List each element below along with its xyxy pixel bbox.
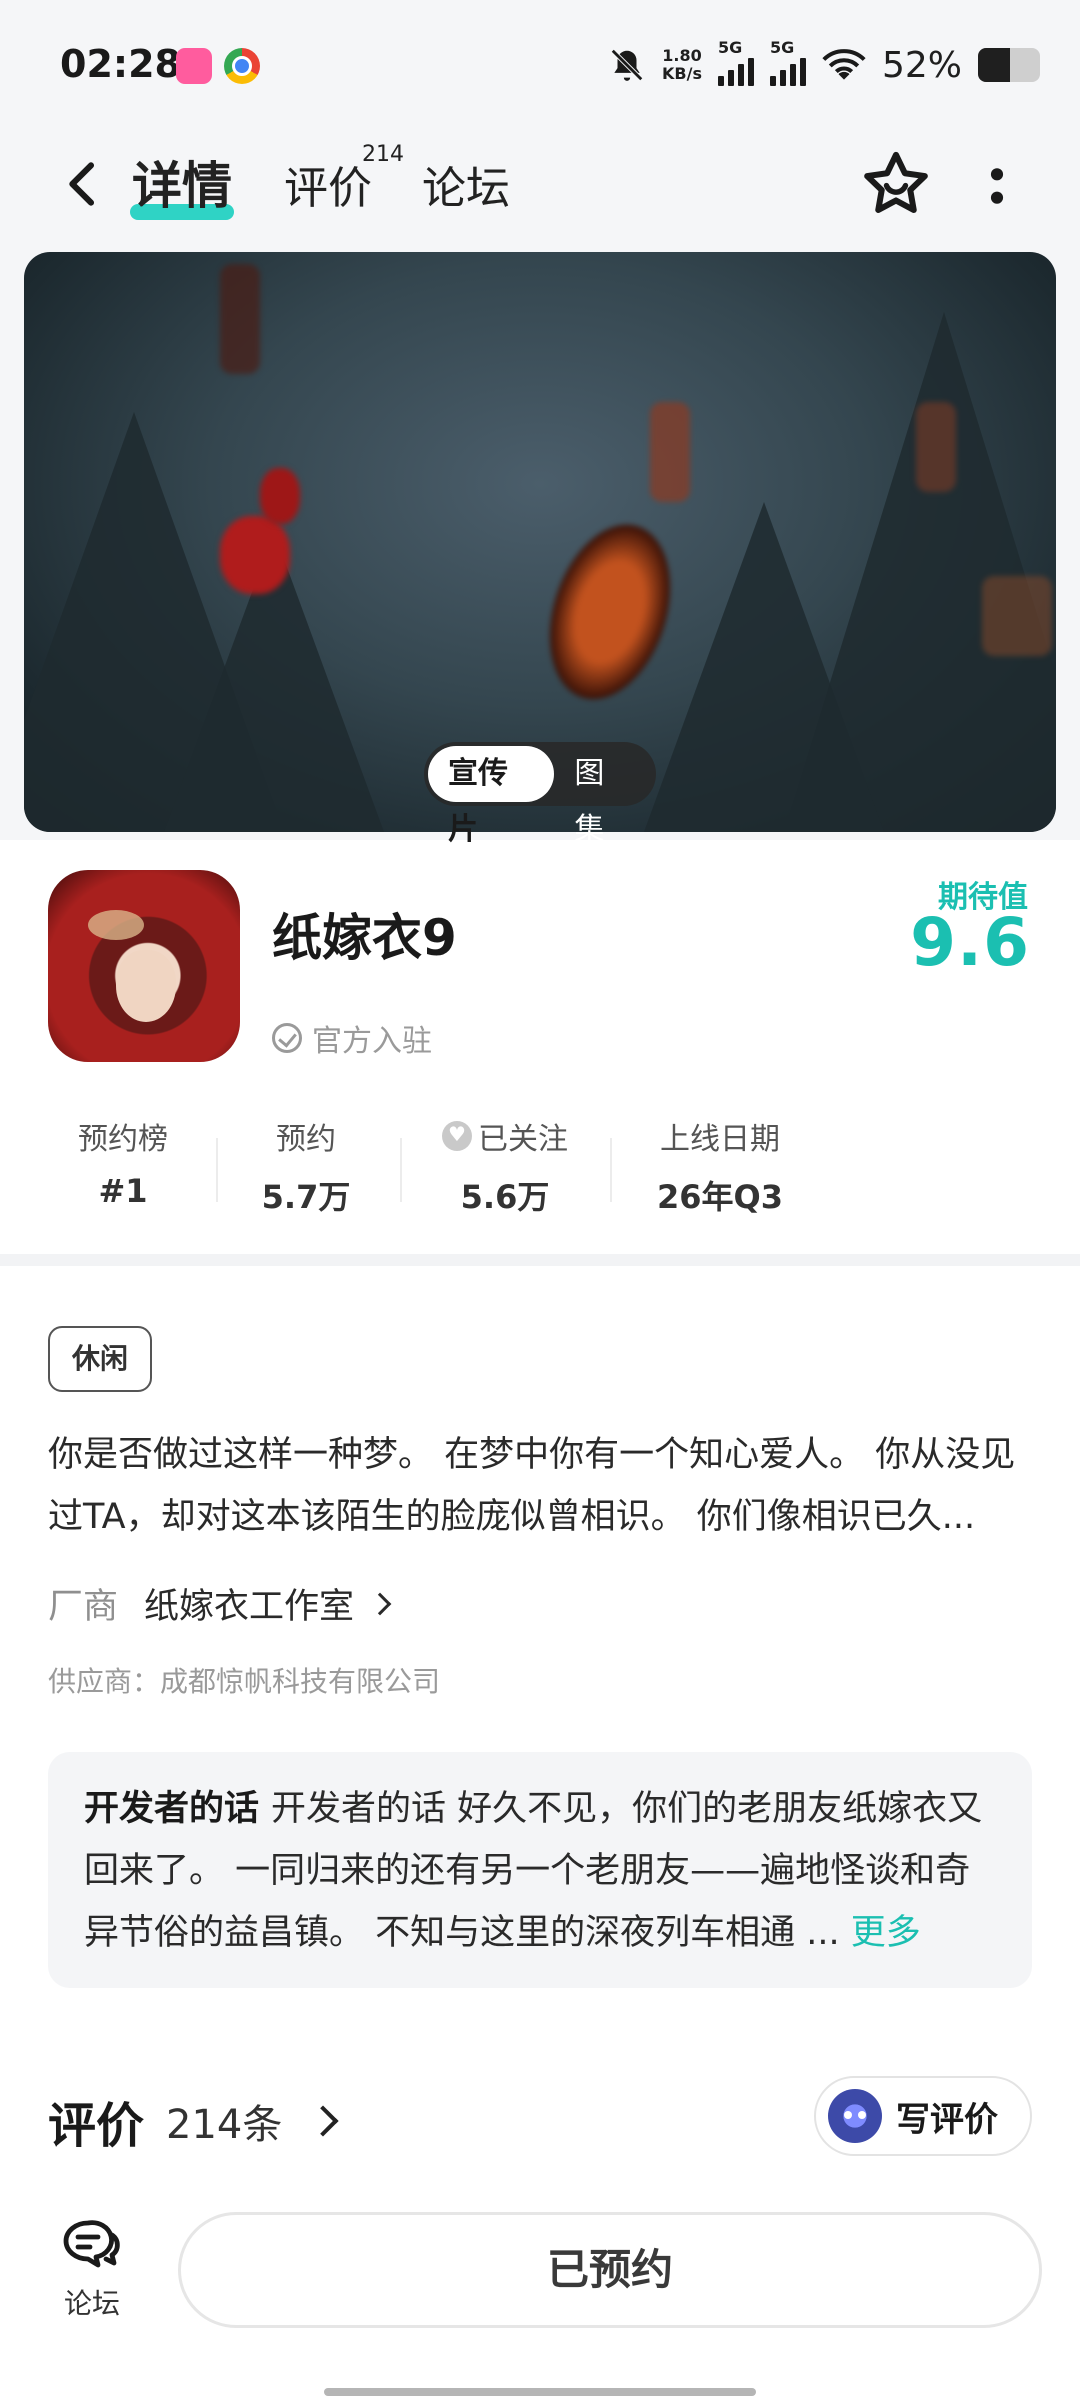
wifi-icon (822, 49, 866, 80)
status-bar: 02:28 1.80 KB/s 5G 5G 52% (0, 0, 1080, 130)
net-speed-value: 1.80 (662, 46, 702, 65)
stat-value: 5.7万 (261, 1178, 351, 1216)
status-right: 1.80 KB/s 5G 5G 52% (608, 38, 1040, 90)
game-icon (48, 870, 240, 1062)
stat-value: 26年Q3 (656, 1178, 783, 1216)
game-description[interactable]: 你是否做过这样一种梦。 在梦中你有一个知心爱人。 你从没见过TA，却对这本该陌生… (48, 1424, 1032, 1548)
media-toggle: 宣传片 图集 (424, 742, 656, 847)
check-circle-icon (272, 1023, 302, 1053)
divider (400, 1138, 402, 1202)
reserved-button[interactable]: 已预约 (178, 2212, 1042, 2328)
stat-label: 已关注 (430, 1114, 580, 1158)
divider (610, 1138, 612, 1202)
signal-icon: 5G (769, 38, 806, 86)
back-icon[interactable] (56, 156, 112, 212)
bilibili-icon (176, 48, 212, 84)
net-speed-unit: KB/s (662, 64, 702, 83)
mute-icon (611, 49, 643, 81)
toggle-trailer[interactable]: 宣传片 (428, 746, 555, 847)
tab-reviews[interactable]: 评价 (284, 152, 372, 216)
signal-icon: 5G (717, 38, 754, 86)
stat-value: 5.6万 (460, 1178, 550, 1216)
stat-label: 上线日期 (660, 1122, 780, 1157)
tab-details[interactable]: 详情 (132, 146, 232, 218)
lantern-decoration (220, 264, 260, 374)
section-separator (0, 1254, 1080, 1266)
official-label: 官方入驻 (312, 1024, 432, 1059)
write-review-button[interactable]: 写评价 (814, 2076, 1032, 2156)
star-icon[interactable] (858, 146, 934, 222)
robot-avatar-icon (828, 2089, 882, 2143)
lantern-decoration (916, 402, 956, 492)
chevron-right-icon (307, 2105, 339, 2137)
heart-icon (442, 1121, 472, 1151)
media-section: 宣传片 图集 (0, 250, 1080, 847)
developer-note[interactable]: 开发者的话 开发者的话 好久不见，你们的老朋友纸嫁衣又回来了。 一同归来的还有另一… (48, 1752, 1032, 1988)
reviews-count-badge: 214 (362, 142, 404, 167)
stat-label: 预约 (276, 1122, 336, 1157)
stats-row: 预约榜 #1 预约 5.7万 已关注 5.6万 上线日期 26年Q3 (0, 1114, 1080, 1224)
tab-forum[interactable]: 论坛 (422, 152, 510, 216)
stat-label: 预约榜 (78, 1122, 168, 1157)
paper-cut-decoration (260, 468, 300, 524)
reviews-count: 214条 (166, 2102, 283, 2148)
game-title: 纸嫁衣9 (272, 909, 457, 967)
home-indicator[interactable] (324, 2388, 756, 2396)
signal-1-label: 5G (717, 38, 743, 57)
vendor-label: 厂商 (48, 1587, 119, 1627)
forum-label: 论坛 (63, 2287, 120, 2320)
more-link[interactable]: 更多 (851, 1913, 921, 1953)
developer-note-label: 开发者的话 (84, 1789, 260, 1829)
stat-rank[interactable]: 预约榜 #1 (58, 1114, 188, 1210)
lantern-decoration (528, 509, 692, 715)
vendor-row[interactable]: 厂商 纸嫁衣工作室 (48, 1578, 392, 1629)
bottom-action-bar: 论坛 已预约 (0, 2184, 1080, 2400)
stat-value: #1 (98, 1172, 148, 1210)
status-time: 02:28 (60, 42, 181, 86)
lantern-decoration (650, 402, 690, 502)
write-review-label: 写评价 (896, 2099, 998, 2140)
stat-release-date: 上线日期 26年Q3 (640, 1114, 800, 1218)
signal-2-label: 5G (769, 38, 795, 57)
reviews-header[interactable]: 评价 214条 (48, 2086, 339, 2156)
battery-icon (978, 48, 1040, 82)
official-badge: 官方入驻 (272, 1016, 432, 1060)
divider (216, 1138, 218, 1202)
toggle-gallery[interactable]: 图集 (554, 746, 652, 847)
more-icon[interactable] (982, 158, 1012, 214)
battery-percent: 52% (881, 44, 962, 86)
stat-reservations: 预约 5.7万 (246, 1114, 366, 1218)
chrome-icon (224, 48, 260, 84)
net-speed: 1.80 KB/s (662, 47, 702, 83)
supplier-text: 供应商：成都惊帆科技有限公司 (48, 1665, 441, 1698)
top-nav: 详情 评价 214 论坛 (0, 130, 1080, 250)
chevron-right-icon (368, 1592, 392, 1615)
expectation-score: 9.6 (910, 904, 1030, 981)
forum-button[interactable]: 论坛 (52, 2218, 132, 2322)
vendor-name[interactable]: 纸嫁衣工作室 (144, 1578, 354, 1629)
forum-chat-icon (63, 2220, 120, 2268)
stat-followed[interactable]: 已关注 5.6万 (430, 1114, 580, 1218)
genre-tag[interactable]: 休闲 (48, 1326, 153, 1392)
lantern-decoration (982, 576, 1052, 656)
followed-label: 已关注 (478, 1122, 568, 1157)
reviews-title: 评价 (48, 2098, 145, 2154)
paper-cut-decoration (220, 516, 290, 594)
